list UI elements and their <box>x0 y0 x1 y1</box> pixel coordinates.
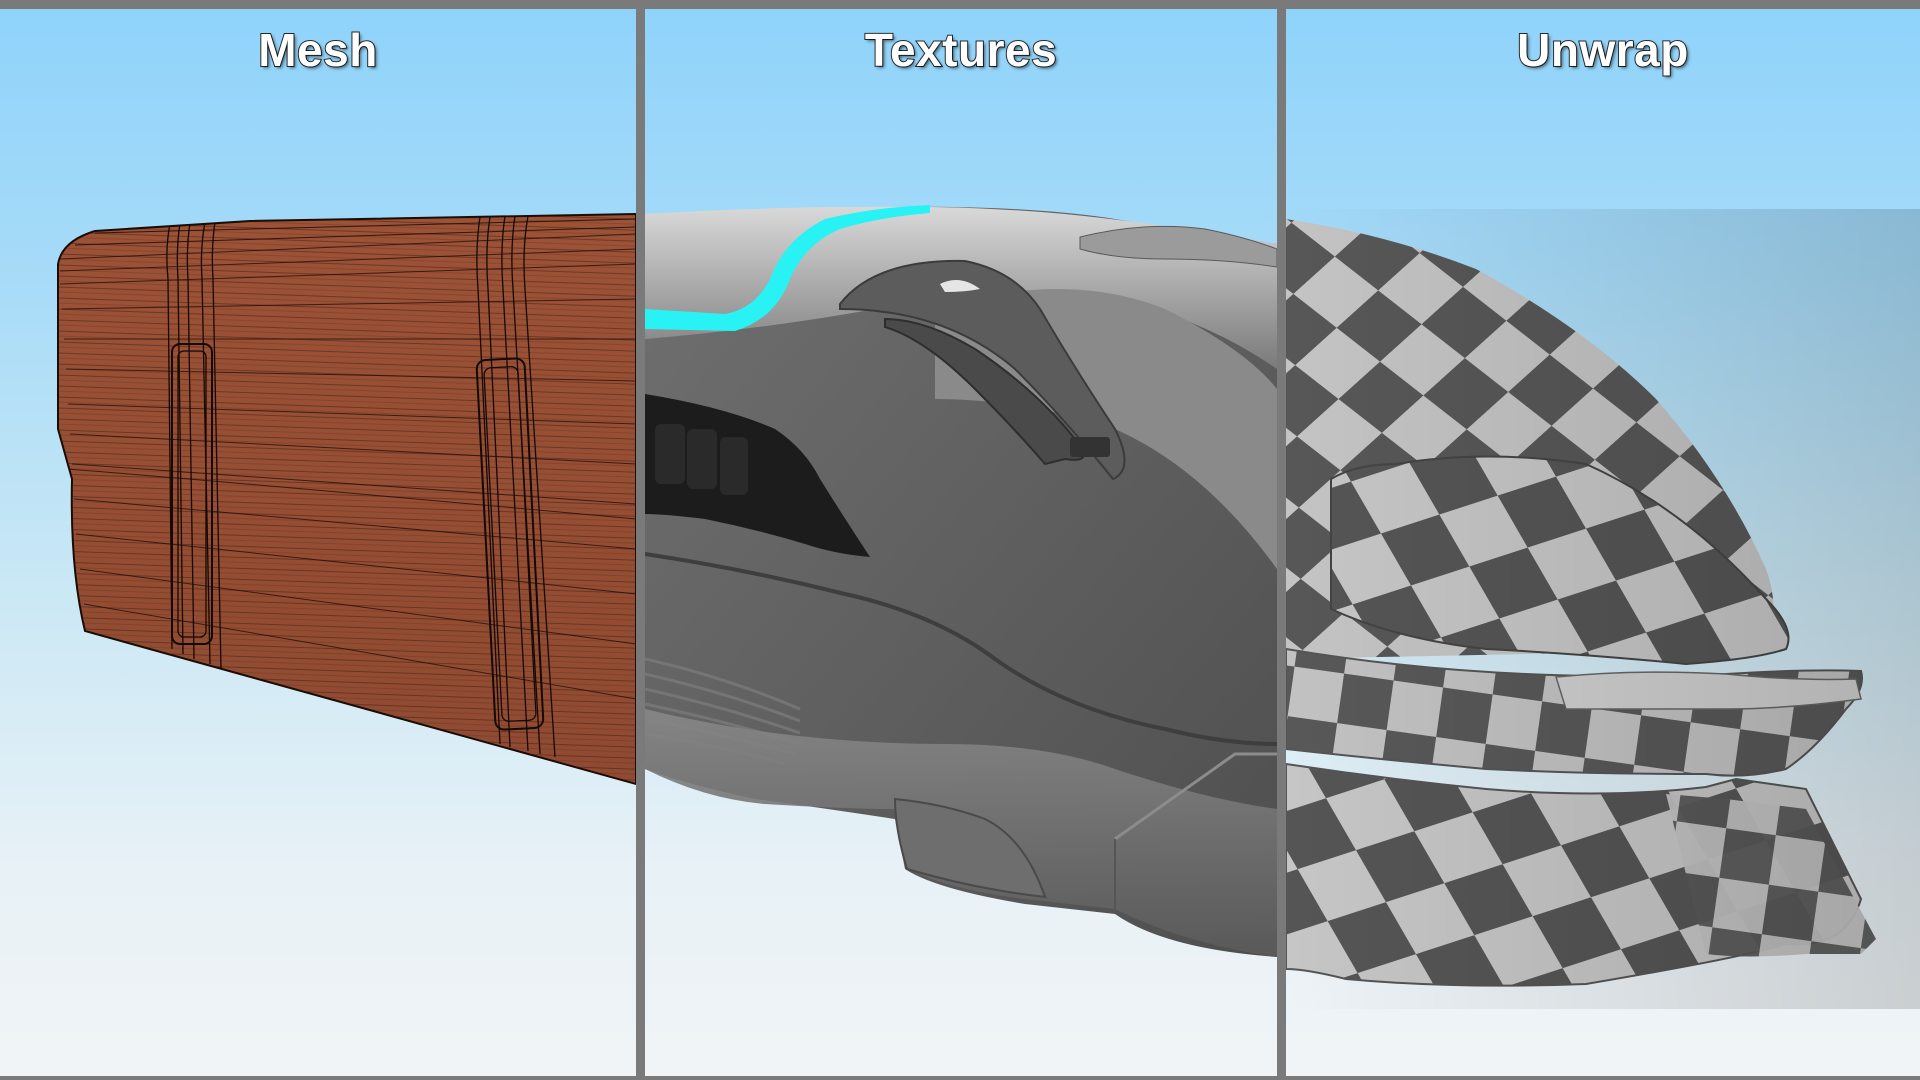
panel-title: Mesh <box>257 23 378 77</box>
textured-train-render <box>645 205 1277 957</box>
panel-mesh: Mesh <box>0 9 636 1076</box>
uv-checker-render <box>1286 209 1920 1009</box>
panel-unwrap: Unwrap <box>1286 9 1920 1076</box>
panel-title: Textures <box>864 23 1058 77</box>
viewport-frame: Mesh Textures Unwrap <box>0 0 1920 1080</box>
mesh-wireframe-render <box>57 212 636 786</box>
panel-title: Unwrap <box>1516 23 1689 77</box>
panel-textures: Textures <box>645 9 1277 1076</box>
